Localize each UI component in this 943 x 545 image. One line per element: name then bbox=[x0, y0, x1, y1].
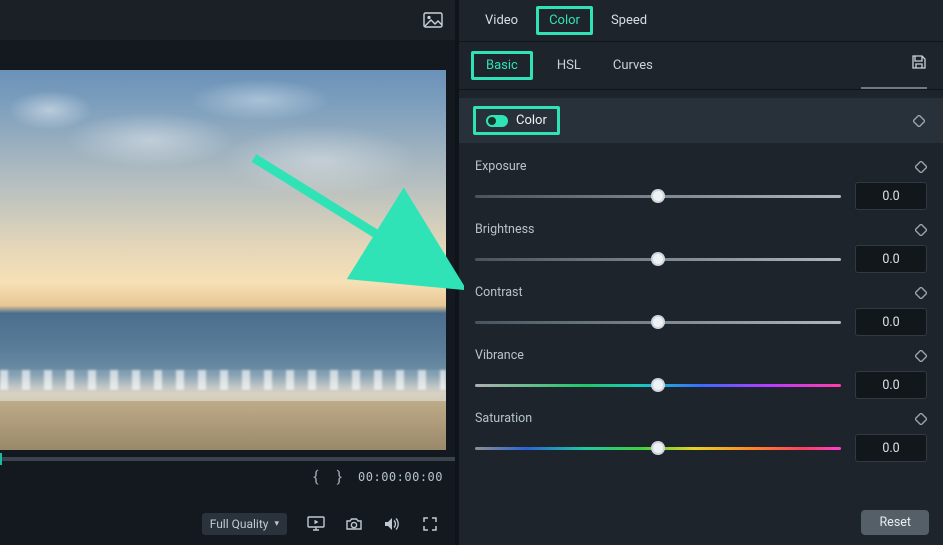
mark-out-button[interactable]: } bbox=[335, 467, 344, 486]
keyframe-icon[interactable] bbox=[915, 350, 927, 362]
keyframe-icon[interactable] bbox=[915, 287, 927, 299]
speaker-icon[interactable] bbox=[383, 515, 401, 533]
param-label-contrast: Contrast bbox=[475, 285, 523, 300]
preview-canvas bbox=[0, 70, 446, 450]
keyframe-icon[interactable] bbox=[913, 115, 925, 127]
param-exposure: Exposure 0.0 bbox=[475, 159, 927, 210]
mini-timeline[interactable] bbox=[0, 457, 455, 461]
param-saturation: Saturation 0.0 bbox=[475, 411, 927, 462]
keyframe-icon[interactable] bbox=[915, 413, 927, 425]
slider-contrast[interactable] bbox=[475, 315, 841, 329]
image-icon[interactable] bbox=[423, 12, 443, 28]
preview-panel: { } 00:00:00:00 Full Quality ▾ bbox=[0, 0, 455, 545]
chevron-down-icon: ▾ bbox=[274, 519, 279, 529]
param-vibrance: Vibrance 0.0 bbox=[475, 348, 927, 399]
inspector-sub-tabs: Basic HSL Curves bbox=[459, 42, 943, 90]
subtab-basic[interactable]: Basic bbox=[471, 51, 533, 80]
preview-topbar bbox=[0, 0, 455, 40]
reset-bar: Reset bbox=[861, 510, 929, 535]
timecode-display: 00:00:00:00 bbox=[358, 470, 443, 484]
param-brightness: Brightness 0.0 bbox=[475, 222, 927, 273]
inspector-panel: Video Color Speed Basic HSL Curves Color… bbox=[455, 0, 943, 545]
param-contrast: Contrast 0.0 bbox=[475, 285, 927, 336]
slider-saturation[interactable] bbox=[475, 441, 841, 455]
color-params: Exposure0.0Brightness0.0Contrast0.0Vibra… bbox=[459, 143, 943, 462]
subtab-underline bbox=[861, 87, 927, 89]
value-contrast[interactable]: 0.0 bbox=[855, 308, 927, 336]
render-preview-icon[interactable] bbox=[307, 515, 325, 533]
value-brightness[interactable]: 0.0 bbox=[855, 245, 927, 273]
subtab-hsl[interactable]: HSL bbox=[549, 52, 589, 79]
color-section-header: Color bbox=[459, 98, 943, 143]
tab-color[interactable]: Color bbox=[536, 6, 593, 35]
inspector-main-tabs: Video Color Speed bbox=[459, 0, 943, 42]
preview-footer: Full Quality ▾ bbox=[0, 503, 455, 545]
slider-brightness[interactable] bbox=[475, 252, 841, 266]
value-vibrance[interactable]: 0.0 bbox=[855, 371, 927, 399]
subtab-curves[interactable]: Curves bbox=[605, 52, 661, 79]
reset-button[interactable]: Reset bbox=[861, 510, 929, 535]
quality-label: Full Quality bbox=[210, 517, 269, 531]
color-toggle[interactable] bbox=[486, 115, 508, 127]
fullscreen-icon[interactable] bbox=[421, 515, 439, 533]
snapshot-icon[interactable] bbox=[345, 515, 363, 533]
mark-in-button[interactable]: { bbox=[311, 467, 320, 486]
transport-controls: { } 00:00:00:00 bbox=[0, 447, 455, 503]
param-label-saturation: Saturation bbox=[475, 411, 532, 426]
tab-speed[interactable]: Speed bbox=[597, 3, 661, 38]
color-section-label: Color bbox=[516, 113, 547, 128]
tab-video[interactable]: Video bbox=[471, 3, 532, 38]
slider-vibrance[interactable] bbox=[475, 378, 841, 392]
keyframe-icon[interactable] bbox=[915, 224, 927, 236]
save-preset-icon[interactable] bbox=[911, 54, 927, 74]
quality-dropdown[interactable]: Full Quality ▾ bbox=[202, 513, 287, 535]
video-preview[interactable] bbox=[0, 40, 455, 447]
param-label-brightness: Brightness bbox=[475, 222, 535, 237]
keyframe-icon[interactable] bbox=[915, 161, 927, 173]
color-section-toggle-wrap: Color bbox=[473, 106, 560, 135]
slider-exposure[interactable] bbox=[475, 189, 841, 203]
param-label-vibrance: Vibrance bbox=[475, 348, 524, 363]
param-label-exposure: Exposure bbox=[475, 159, 527, 174]
value-saturation[interactable]: 0.0 bbox=[855, 434, 927, 462]
value-exposure[interactable]: 0.0 bbox=[855, 182, 927, 210]
